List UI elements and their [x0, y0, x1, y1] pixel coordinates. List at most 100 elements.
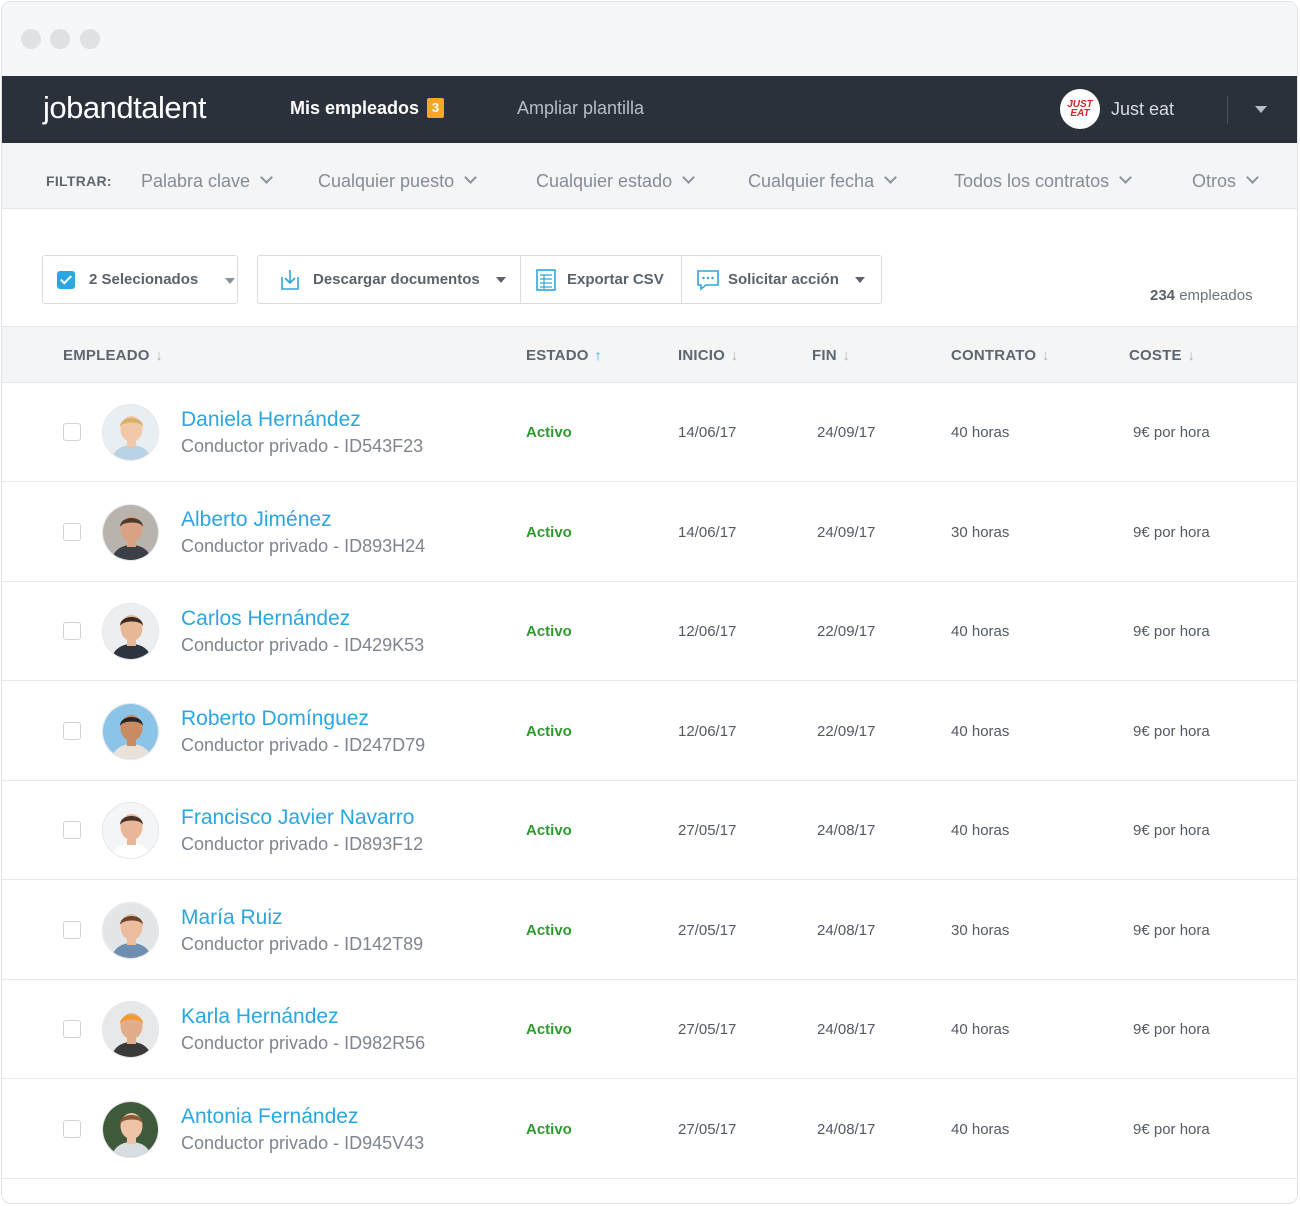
- chat-icon: [697, 270, 719, 291]
- end-date: 24/08/17: [817, 921, 876, 939]
- filter-keyword[interactable]: Palabra clave: [141, 171, 273, 192]
- contract-hours: 40 horas: [951, 822, 1010, 839]
- employee-role-id: Conductor privado - ID893F12: [181, 834, 424, 854]
- table-row[interactable]: Carlos Hernández Conductor privado - ID42…: [2, 582, 1297, 681]
- employee-role-id: Conductor privado - ID893H24: [181, 535, 426, 556]
- table-row[interactable]: Francisco Javier Navarro Conductor privad…: [2, 781, 1297, 880]
- table-row[interactable]: Antonia Fernández Conductor privado - ID9…: [2, 1079, 1297, 1179]
- chevron-down-icon: [1246, 171, 1259, 184]
- employee-name-link[interactable]: María Ruiz: [181, 906, 283, 930]
- chevron-down-icon: [260, 171, 273, 184]
- employee-total: 234 empleados: [1150, 287, 1253, 304]
- row-checkbox[interactable]: [63, 1020, 81, 1038]
- column-header-empleado[interactable]: EMPLEADO ↓: [63, 347, 163, 364]
- status-badge: Activo: [526, 921, 572, 939]
- nav-mis-empleados[interactable]: Mis empleados 3: [290, 98, 445, 119]
- employee-role-id: Conductor privado - ID945V43: [181, 1132, 425, 1153]
- window-close-dot[interactable]: [21, 29, 41, 49]
- request-action-button[interactable]: Solicitar acción: [681, 256, 881, 303]
- row-checkbox[interactable]: [63, 920, 81, 939]
- row-checkbox[interactable]: [63, 522, 81, 541]
- hourly-cost: 9€ por hora: [1133, 424, 1210, 441]
- start-date: 12/06/17: [678, 722, 737, 740]
- account-dropdown-caret-icon[interactable]: [1255, 106, 1267, 113]
- avatar-portrait-icon: [103, 1101, 158, 1157]
- employee-name-link[interactable]: Francisco Javier Navarro: [181, 806, 414, 830]
- column-header-label: COSTE: [1129, 347, 1182, 364]
- filter-contracts[interactable]: Todos los contratos: [954, 171, 1132, 192]
- company-name[interactable]: Just eat: [1111, 99, 1174, 120]
- employee-avatar[interactable]: [102, 901, 159, 959]
- request-action-label: Solicitar acción: [728, 271, 839, 288]
- employee-avatar[interactable]: [102, 503, 159, 561]
- filter-date[interactable]: Cualquier fecha: [748, 171, 897, 192]
- row-checkbox[interactable]: [63, 721, 81, 740]
- filter-others[interactable]: Otros: [1192, 171, 1259, 192]
- avatar-portrait-icon: [103, 504, 158, 560]
- table-row[interactable]: Alberto Jiménez Conductor privado - ID893…: [2, 482, 1297, 582]
- hourly-cost: 9€ por hora: [1133, 523, 1210, 541]
- employee-avatar[interactable]: [102, 1001, 159, 1058]
- export-csv-label: Exportar CSV: [567, 271, 664, 288]
- status-badge: Activo: [526, 722, 572, 740]
- contract-hours: 30 horas: [951, 921, 1010, 939]
- table-row[interactable]: Roberto Domínguez Conductor privado - ID2…: [2, 681, 1297, 781]
- column-header-inicio[interactable]: INICIO ↓: [678, 347, 738, 364]
- column-header-contrato[interactable]: CONTRATO ↓: [951, 347, 1049, 364]
- hourly-cost: 9€ por hora: [1133, 722, 1210, 740]
- window-maximize-dot[interactable]: [80, 29, 100, 49]
- row-checkbox[interactable]: [63, 622, 81, 640]
- row-checkbox[interactable]: [63, 821, 81, 839]
- status-badge: Activo: [526, 822, 572, 839]
- column-header-coste[interactable]: COSTE ↓: [1129, 347, 1195, 364]
- selection-dropdown[interactable]: 2 Selecionados: [42, 255, 238, 304]
- end-date: 22/09/17: [817, 722, 876, 740]
- contract-hours: 40 horas: [951, 623, 1010, 640]
- employee-role-id: Conductor privado - ID142T89: [181, 933, 424, 954]
- employee-name-link[interactable]: Alberto Jiménez: [181, 508, 332, 532]
- employee-name-link[interactable]: Carlos Hernández: [181, 607, 350, 631]
- table-row[interactable]: Daniela Hernández Conductor privado - ID5…: [2, 383, 1297, 482]
- employee-name-link[interactable]: Antonia Fernández: [181, 1105, 358, 1129]
- row-checkbox[interactable]: [63, 423, 81, 441]
- hourly-cost: 9€ por hora: [1133, 921, 1210, 939]
- employee-name-link[interactable]: Roberto Domínguez: [181, 707, 369, 731]
- column-header-fin[interactable]: FIN ↓: [812, 347, 850, 364]
- header-divider: [1227, 96, 1228, 124]
- window-minimize-dot[interactable]: [50, 29, 70, 49]
- table-row[interactable]: María Ruiz Conductor privado - ID142T89 Ac…: [2, 880, 1297, 980]
- download-documents-button[interactable]: Descargar documentos: [258, 256, 520, 303]
- employee-avatar[interactable]: [102, 1100, 159, 1158]
- employee-avatar[interactable]: [102, 702, 159, 760]
- column-header-label: EMPLEADO: [63, 347, 150, 364]
- sort-down-icon: ↓: [731, 347, 739, 363]
- brand-logo[interactable]: jobandtalent: [43, 90, 206, 126]
- table-header: EMPLEADO ↓ ESTADO ↑ INICIO ↓ FIN ↓ CONTRATO ↓…: [2, 326, 1297, 383]
- employee-name-link[interactable]: Daniela Hernández: [181, 408, 361, 432]
- end-date: 24/09/17: [817, 523, 876, 541]
- status-badge: Activo: [526, 1120, 572, 1138]
- start-date: 27/05/17: [678, 921, 737, 939]
- column-header-estado[interactable]: ESTADO ↑: [526, 347, 602, 364]
- sort-up-icon: ↑: [594, 347, 602, 363]
- export-csv-button[interactable]: Exportar CSV: [520, 256, 681, 303]
- employee-role-id: Conductor privado - ID543F23: [181, 436, 424, 456]
- table-row[interactable]: Karla Hernández Conductor privado - ID982…: [2, 980, 1297, 1079]
- select-all-checkbox[interactable]: [57, 271, 75, 289]
- status-badge: Activo: [526, 424, 572, 441]
- row-checkbox[interactable]: [63, 1119, 81, 1138]
- browser-window: jobandtalent Mis empleados 3 Ampliar plan…: [1, 1, 1298, 1204]
- employee-avatar[interactable]: [102, 802, 159, 859]
- employee-avatar[interactable]: [102, 603, 159, 660]
- filter-status[interactable]: Cualquier estado: [536, 171, 695, 192]
- nav-ampliar-plantilla[interactable]: Ampliar plantilla: [517, 98, 644, 119]
- employee-name-link[interactable]: Karla Hernández: [181, 1005, 339, 1029]
- employee-avatar[interactable]: [102, 404, 159, 461]
- nav-ampliar-plantilla-label: Ampliar plantilla: [517, 98, 645, 118]
- chevron-down-icon: [682, 171, 695, 184]
- app-header: jobandtalent Mis empleados 3 Ampliar plan…: [2, 76, 1297, 143]
- caret-down-icon: [855, 277, 865, 283]
- filter-position[interactable]: Cualquier puesto: [318, 171, 477, 192]
- download-icon: [281, 270, 299, 290]
- caret-down-icon: [496, 277, 506, 283]
